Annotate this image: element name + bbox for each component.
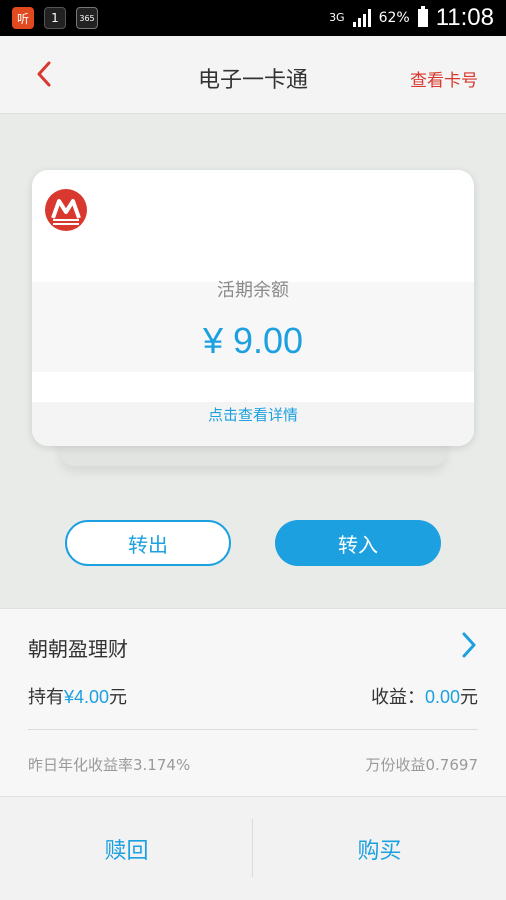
transfer-out-button[interactable]: 转出 <box>65 520 231 566</box>
view-details-link[interactable]: 点击查看详情 <box>32 404 474 425</box>
buy-button[interactable]: 购买 <box>253 797 506 900</box>
wealth-product-panel[interactable]: 朝朝盈理财 持有¥4.00元 收益：0.00元 昨日年化收益率3.174% 万份… <box>0 608 506 796</box>
bottom-action-bar: 赎回 购买 <box>0 796 506 900</box>
divider <box>28 729 478 730</box>
holding-row: 持有¥4.00元 收益：0.00元 <box>28 683 478 709</box>
annual-yield-rate: 昨日年化收益率3.174% <box>28 756 191 774</box>
redeem-button[interactable]: 赎回 <box>0 797 253 900</box>
holding-amount: 持有¥4.00元 <box>28 687 128 708</box>
balance-amount: ¥ 9.00 <box>202 320 304 361</box>
income-amount: 收益：0.00元 <box>370 687 478 708</box>
balance-card[interactable]: 活期余额 ¥ 9.00 点击查看详情 <box>32 170 474 446</box>
signal-icon <box>352 9 371 27</box>
notification-icons: 听 1 365 <box>12 7 98 29</box>
header: 电子一卡通 查看卡号 <box>0 36 506 114</box>
network-type: 3G <box>329 11 345 24</box>
battery-percent: 62% <box>378 10 410 26</box>
transfer-in-button[interactable]: 转入 <box>275 520 441 566</box>
per-ten-thousand-yield: 万份收益0.7697 <box>365 756 479 774</box>
product-title: 朝朝盈理财 <box>28 637 128 661</box>
balance-label: 活期余额 <box>217 280 289 301</box>
ting-app-icon: 听 <box>12 7 34 29</box>
battery-icon <box>417 6 428 27</box>
system-status: 3G 62% 11:08 <box>329 4 494 32</box>
chevron-right-icon[interactable] <box>460 631 478 659</box>
yield-row: 昨日年化收益率3.174% 万份收益0.7697 <box>28 754 478 775</box>
shield-app-icon: 1 <box>44 7 66 29</box>
view-card-number-link[interactable]: 查看卡号 <box>410 66 478 91</box>
status-bar: 听 1 365 3G 62% 11:08 <box>0 0 506 36</box>
clock: 11:08 <box>435 4 494 31</box>
calendar-app-icon: 365 <box>76 7 98 29</box>
bank-logo-icon <box>45 189 87 231</box>
